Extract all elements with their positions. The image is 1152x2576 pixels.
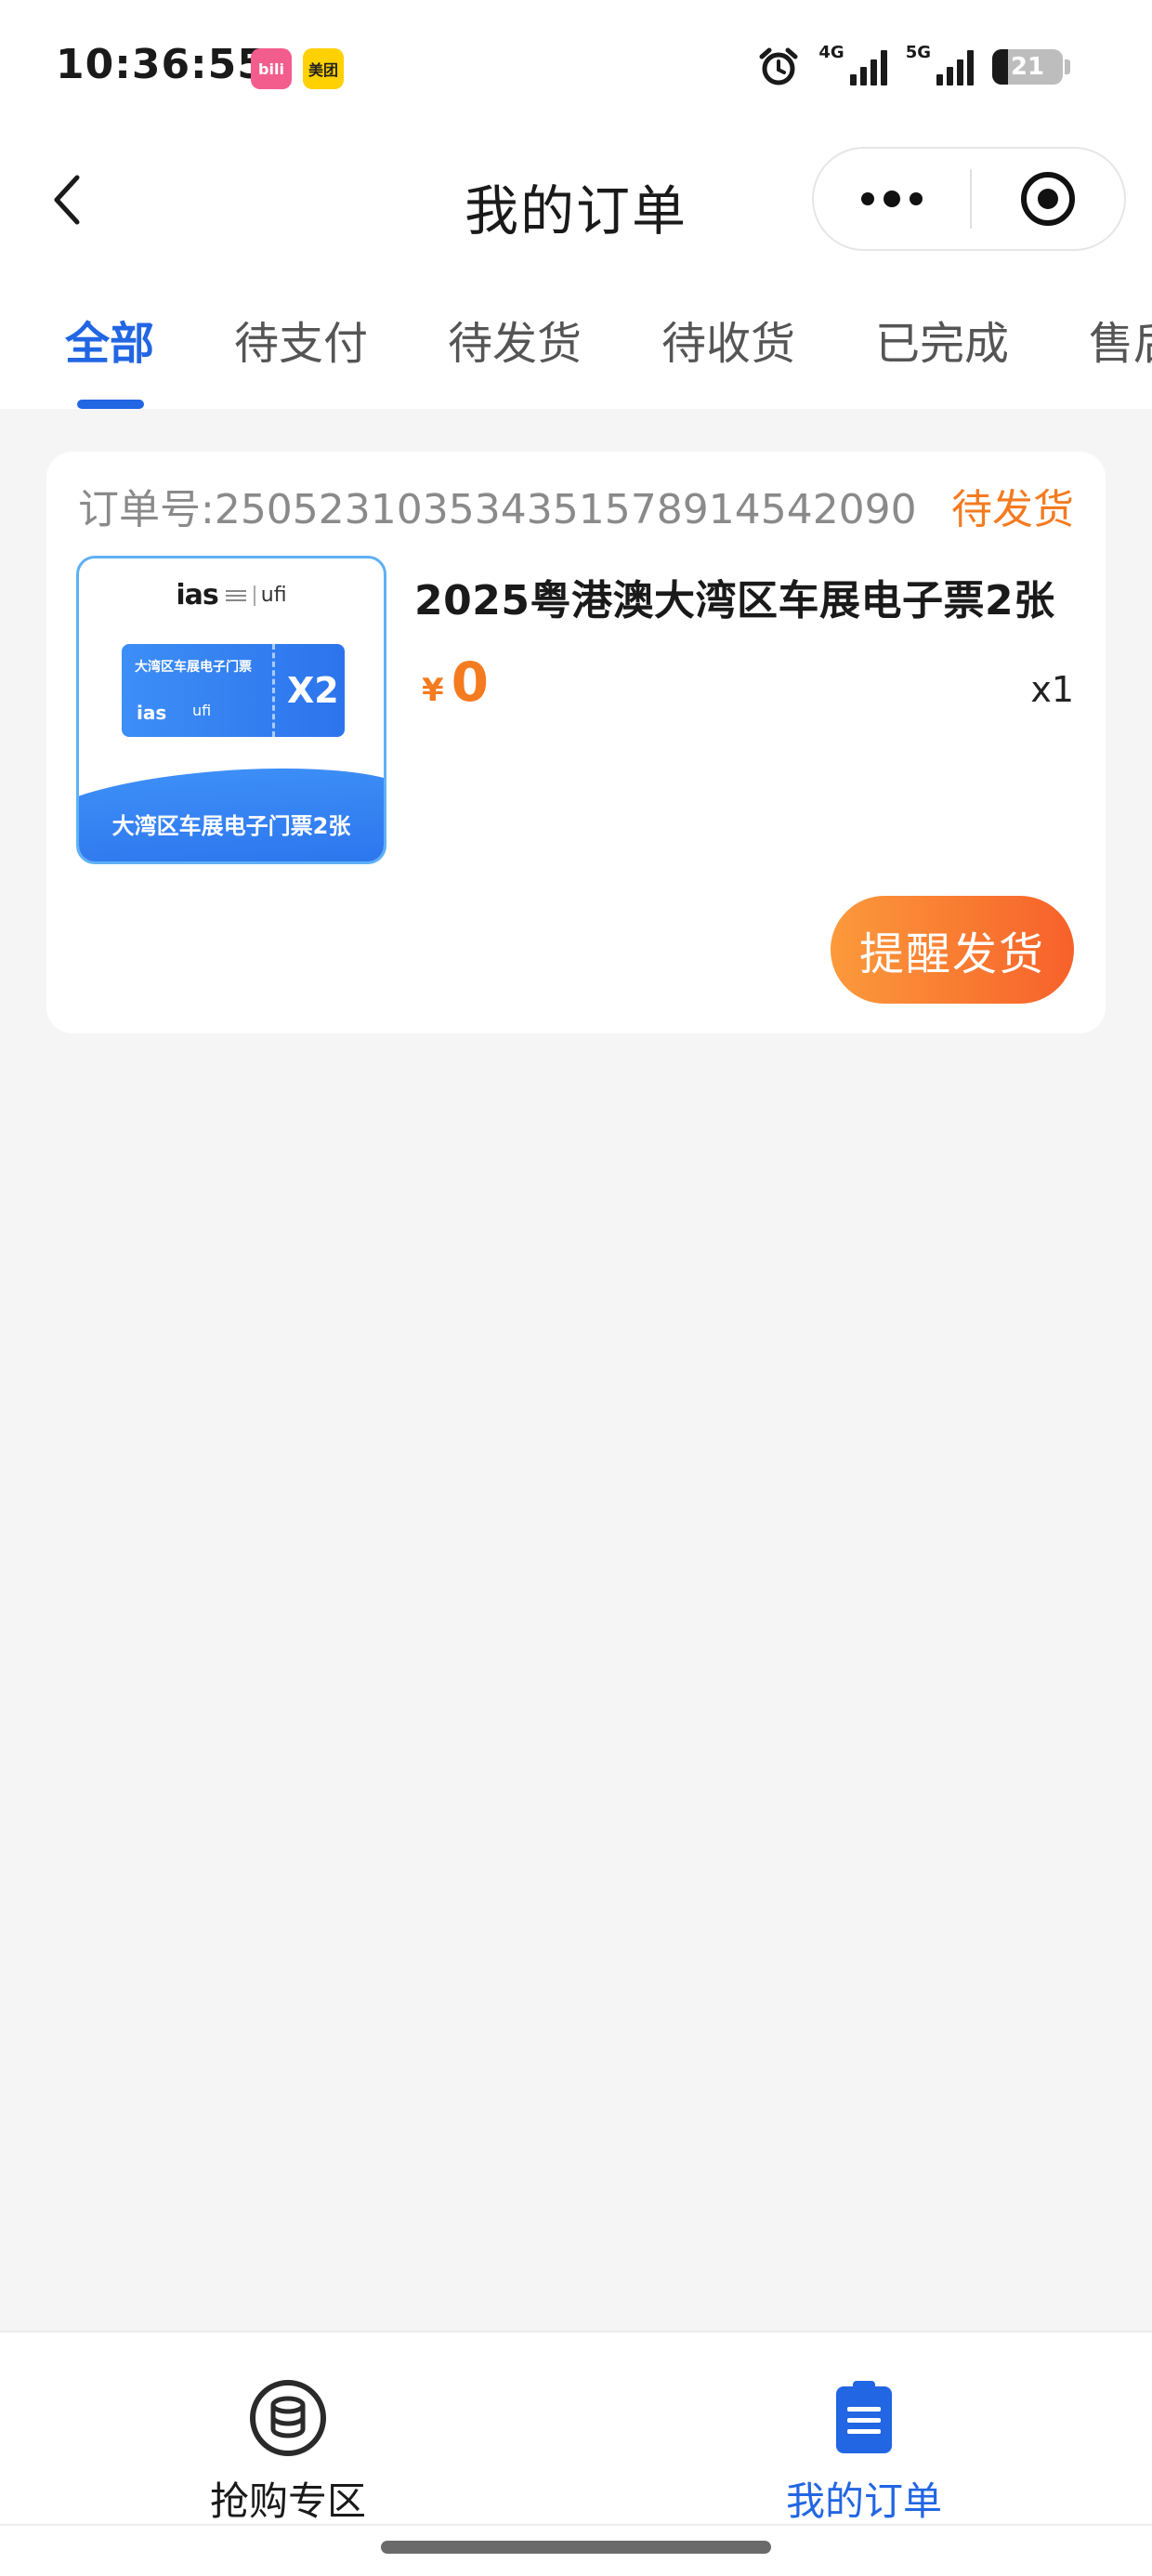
nav-bar: 我的订单 — [0, 139, 1152, 260]
bottom-tab-bar: 抢购专区 我的订单 — [0, 2331, 1152, 2576]
status-bar: 10:36:55 bili 美团 4G 5G 21 — [0, 0, 1152, 139]
meituan-app-icon: 美团 — [303, 48, 344, 89]
network-4g-label: 4G — [818, 43, 844, 62]
ticket-count: X2 — [287, 670, 339, 711]
status-time: 10:36:55 — [56, 41, 267, 88]
order-filter-tabs: 全部 待支付 待发货 待收货 已完成 售后 — [0, 260, 1152, 409]
close-miniprogram-button[interactable] — [972, 149, 1124, 249]
alarm-icon — [759, 47, 798, 85]
ticket-perforation — [272, 644, 275, 737]
ticket-ufi-logo: ufi — [192, 702, 212, 719]
battery-icon: 21 — [992, 49, 1063, 85]
product-name[interactable]: 2025粤港澳大湾区车展电子票2张 — [414, 567, 1055, 626]
tab-pending-receipt[interactable]: 待收货 — [661, 307, 795, 372]
order-card[interactable]: 订单号:250523103534351578914542090 待发货 ias … — [46, 452, 1106, 1033]
battery-tip — [1065, 59, 1070, 74]
price-value: 0 — [451, 651, 490, 714]
ticket-ias-logo: ias — [137, 702, 167, 724]
battery-level: 21 — [1010, 53, 1045, 81]
order-number: 订单号:250523103534351578914542090 — [78, 486, 917, 533]
order-status: 待发货 — [951, 486, 1074, 533]
more-button[interactable] — [814, 149, 970, 249]
coins-icon — [250, 2380, 326, 2456]
signal-icon-2 — [936, 48, 974, 85]
tabbar-label-my-orders: 我的订单 — [785, 2478, 942, 2524]
remind-shipment-button[interactable]: 提醒发货 — [831, 896, 1074, 1004]
target-close-icon — [1021, 172, 1075, 226]
product-quantity: x1 — [1030, 669, 1074, 710]
more-dot-icon — [884, 191, 900, 207]
product-thumbnail[interactable]: ias ufi 大湾区车展电子门票 ias ufi X2 大湾区车展电子门票2张 — [76, 556, 386, 864]
signal-icon — [849, 48, 887, 85]
tab-pending-payment[interactable]: 待支付 — [234, 307, 368, 372]
ias-logo: ias — [176, 579, 218, 611]
bilibili-app-icon: bili — [251, 48, 292, 89]
tabbar-item-flash-sale[interactable]: 抢购专区 — [149, 2377, 427, 2527]
status-indicators: 4G 5G 21 — [757, 43, 1070, 91]
tabbar-item-my-orders[interactable]: 我的订单 — [725, 2377, 1003, 2527]
product-price: ¥ 0 — [422, 651, 489, 714]
tabbar-divider — [0, 2524, 1152, 2526]
miniprogram-capsule — [812, 147, 1126, 251]
tab-completed[interactable]: 已完成 — [875, 307, 1009, 372]
tabbar-label-flash-sale: 抢购专区 — [209, 2478, 366, 2524]
ticket-graphic: 大湾区车展电子门票 ias ufi X2 — [122, 644, 345, 737]
thumbnail-caption: 大湾区车展电子门票2张 — [111, 813, 351, 839]
active-tab-indicator — [77, 400, 144, 409]
ufi-logo: ufi — [253, 585, 287, 606]
network-5g-label: 5G — [905, 43, 931, 62]
tab-all[interactable]: 全部 — [65, 307, 154, 372]
thumbnail-logos: ias ufi — [79, 579, 384, 611]
home-indicator[interactable] — [381, 2541, 771, 2554]
currency-symbol: ¥ — [422, 672, 444, 709]
ticket-title: 大湾区车展电子门票 — [135, 660, 252, 675]
logo-lines — [225, 589, 246, 601]
tab-pending-shipment[interactable]: 待发货 — [448, 307, 582, 372]
order-list-icon — [836, 2381, 892, 2453]
more-dot-icon — [910, 192, 923, 205]
tab-after-sales[interactable]: 售后 — [1089, 307, 1152, 372]
more-dot-icon — [861, 192, 874, 205]
